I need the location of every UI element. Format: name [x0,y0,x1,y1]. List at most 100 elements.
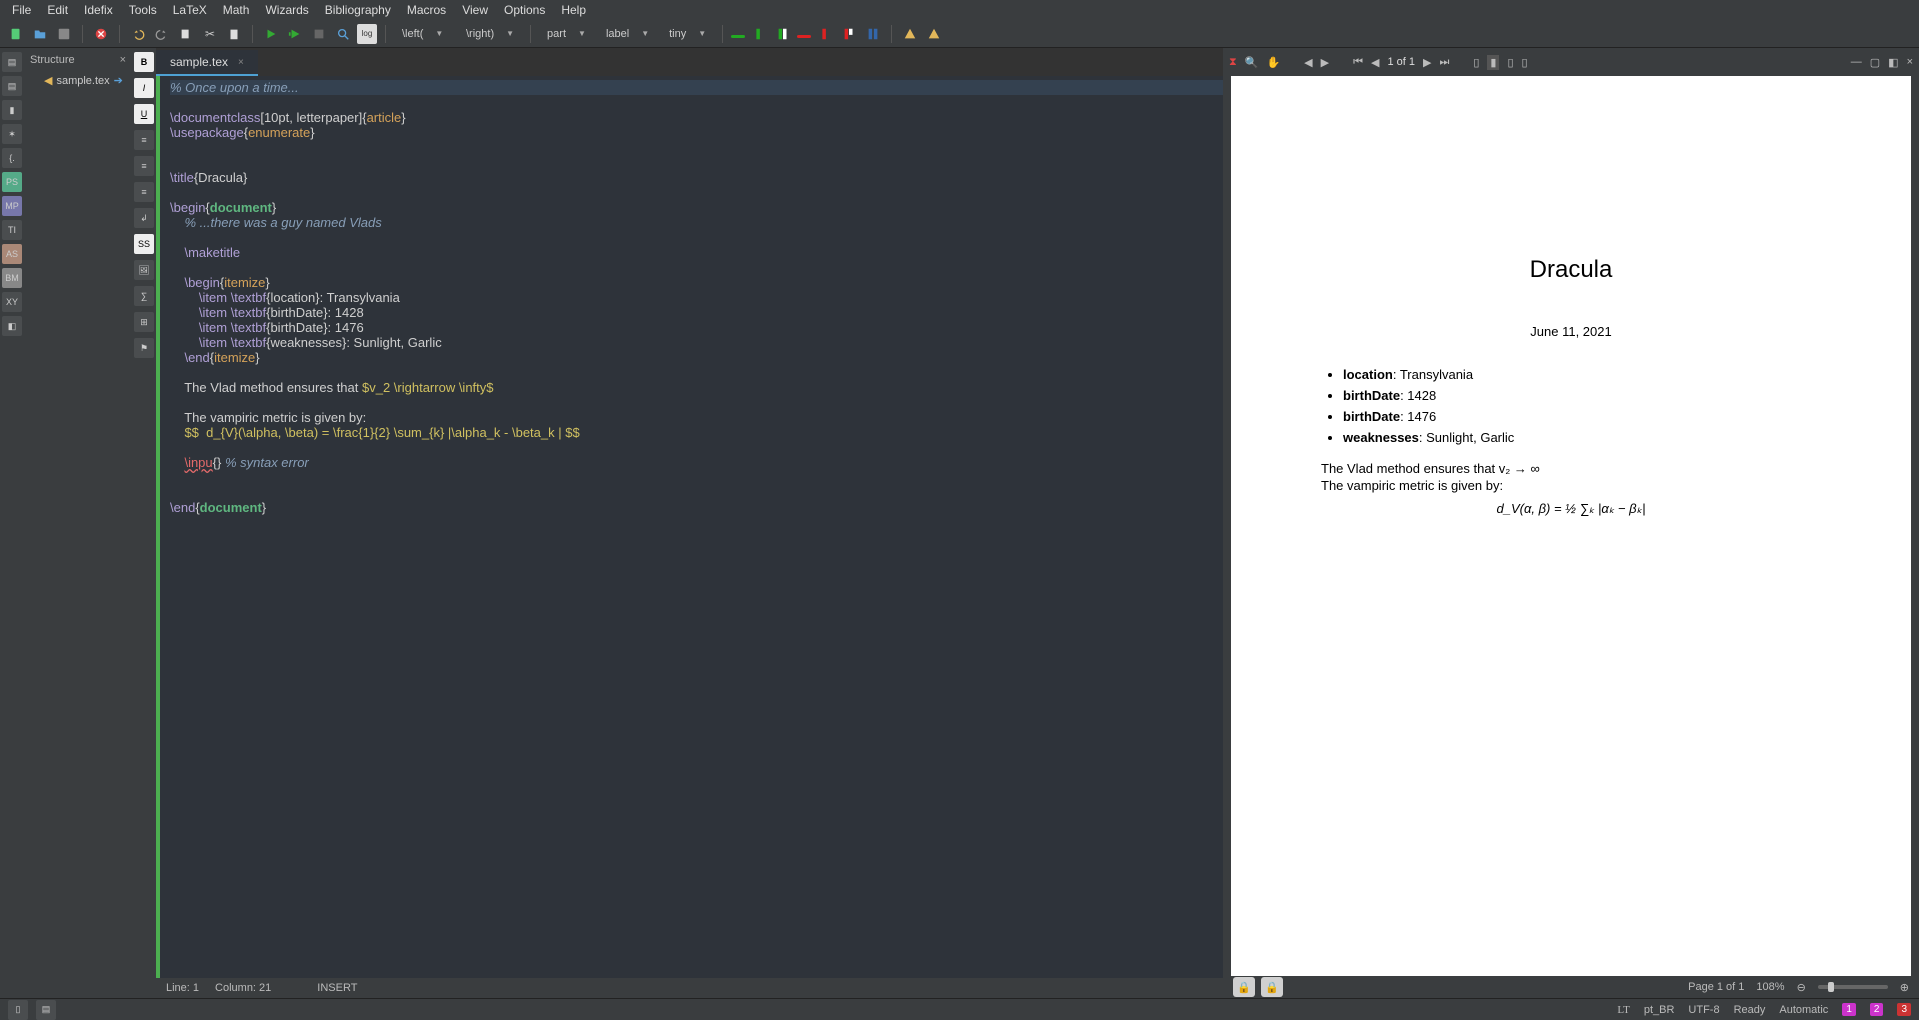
cut-icon[interactable]: ✂ [200,24,220,44]
window-ext-icon[interactable]: ◧ [1888,56,1898,69]
lock2-icon[interactable]: 🔒 [1261,977,1283,997]
right-delimiter-combo[interactable]: \right)▼ [458,26,522,42]
panel-btn-8[interactable]: TI [2,220,22,240]
panel-btn-7[interactable]: MP [2,196,22,216]
page-back-icon[interactable]: ◀ [1371,56,1379,69]
menu-macros[interactable]: Macros [399,3,454,17]
superscript-icon[interactable]: SS [134,234,154,254]
window-max-icon[interactable]: ▢ [1870,56,1880,69]
sync-icon[interactable]: ⧗ [1229,56,1237,69]
flag-red-icon[interactable] [839,24,859,44]
color-red-icon[interactable] [797,35,811,38]
continuous-icon[interactable]: ▯ [1507,56,1513,69]
menu-bibliography[interactable]: Bibliography [317,3,399,17]
align-right-icon[interactable]: ≡ [134,182,154,202]
panel-btn-9[interactable]: AS [2,244,22,264]
encoding-label[interactable]: UTF-8 [1688,1004,1719,1016]
margin-red-icon[interactable] [815,24,835,44]
copy-icon[interactable] [176,24,196,44]
close-icon[interactable] [91,24,111,44]
menu-tools[interactable]: Tools [121,3,165,17]
left-delimiter-combo[interactable]: \left(▼ [394,26,454,42]
new-file-icon[interactable] [6,24,26,44]
structure-close-icon[interactable]: × [120,54,126,66]
first-page-icon[interactable]: ⏮ [1353,56,1363,69]
build-icon[interactable] [261,24,281,44]
panel-btn-5[interactable]: {. [2,148,22,168]
zoom-out-icon[interactable]: ⊖ [1797,981,1806,994]
menu-wizards[interactable]: Wizards [257,3,316,17]
tab-close-icon[interactable]: × [238,57,244,68]
align-center-icon[interactable]: ≡ [134,156,154,176]
menu-options[interactable]: Options [496,3,553,17]
menu-idefix[interactable]: Idefix [76,3,121,17]
panel-btn-1[interactable]: ▤ [2,52,22,72]
redo-icon[interactable] [152,24,172,44]
flag-green-icon[interactable] [773,24,793,44]
next-page-icon[interactable]: ▶ [1321,56,1329,69]
paste-icon[interactable] [224,24,244,44]
prev-page-icon[interactable]: ◀ [1304,56,1312,69]
build-view-icon[interactable] [285,24,305,44]
open-file-icon[interactable] [30,24,50,44]
color-green-icon[interactable] [731,35,745,38]
save-icon[interactable] [54,24,74,44]
structure-file-item[interactable]: ◀ sample.tex ➔ [24,72,132,89]
color-blue-icon[interactable] [863,24,883,44]
label-combo[interactable]: label▼ [598,26,657,42]
image-icon[interactable]: 🖼 [134,260,154,280]
search-icon[interactable]: 🔍 [1245,56,1259,69]
window-close-icon[interactable]: × [1907,56,1913,68]
align-left-icon[interactable]: ≡ [134,130,154,150]
stop-icon[interactable] [309,24,329,44]
menu-math[interactable]: Math [215,3,258,17]
margin-green-icon[interactable] [749,24,769,44]
tab-sample[interactable]: sample.tex × [156,50,258,76]
messages-icon[interactable]: ▯ [8,1000,28,1020]
menu-latex[interactable]: LaTeX [165,3,215,17]
fit-page-icon[interactable]: ▮ [1487,55,1499,70]
single-page-icon[interactable]: ▯ [1473,56,1479,69]
warning-icon[interactable] [900,24,920,44]
underline-icon[interactable]: U [134,104,154,124]
menu-view[interactable]: View [454,3,496,17]
zoom-in-icon[interactable]: ⊕ [1900,981,1909,994]
panel-btn-4[interactable]: ✶ [2,124,22,144]
panel-btn-10[interactable]: BM [2,268,22,288]
bold-icon[interactable]: B [134,52,154,72]
badge-2[interactable]: 2 [1870,1003,1884,1016]
hand-icon[interactable]: ✋ [1266,56,1280,69]
auto-label[interactable]: Automatic [1779,1004,1828,1016]
pdf-viewport[interactable]: Dracula June 11, 2021 location: Transylv… [1223,76,1919,976]
window-min-icon[interactable]: — [1851,56,1862,68]
fontsize-combo[interactable]: tiny▼ [661,26,714,42]
italic-icon[interactable]: I [134,78,154,98]
menu-help[interactable]: Help [553,3,594,17]
badge-1[interactable]: 1 [1842,1003,1856,1016]
panel-btn-2[interactable]: ▤ [2,76,22,96]
lang-label[interactable]: pt_BR [1644,1004,1675,1016]
log-icon[interactable]: log [357,24,377,44]
code-editor[interactable]: % Once upon a time... \documentclass[10p… [156,76,1223,978]
section-combo[interactable]: part▼ [539,26,594,42]
page-fwd-icon[interactable]: ▶ [1423,56,1431,69]
last-page-icon[interactable]: ⏭ [1439,56,1449,69]
menu-file[interactable]: File [4,3,39,17]
log-panel-icon[interactable]: ▤ [36,1000,56,1020]
table-icon[interactable]: ⊞ [134,312,154,332]
newline-icon[interactable]: ↲ [134,208,154,228]
equation-icon[interactable]: ∑ [134,286,154,306]
zoom-slider[interactable] [1818,985,1888,989]
lt-indicator[interactable]: LT [1617,1004,1629,1016]
view-pdf-icon[interactable] [333,24,353,44]
lock-icon[interactable]: 🔒 [1233,977,1255,997]
panel-btn-11[interactable]: XY [2,292,22,312]
flag-icon[interactable]: ⚑ [134,338,154,358]
warning2-icon[interactable] [924,24,944,44]
menu-edit[interactable]: Edit [39,3,76,17]
badge-3[interactable]: 3 [1897,1003,1911,1016]
undo-icon[interactable] [128,24,148,44]
panel-btn-12[interactable]: ◧ [2,316,22,336]
panel-btn-6[interactable]: PS [2,172,22,192]
two-page-icon[interactable]: ▯ [1522,56,1528,69]
